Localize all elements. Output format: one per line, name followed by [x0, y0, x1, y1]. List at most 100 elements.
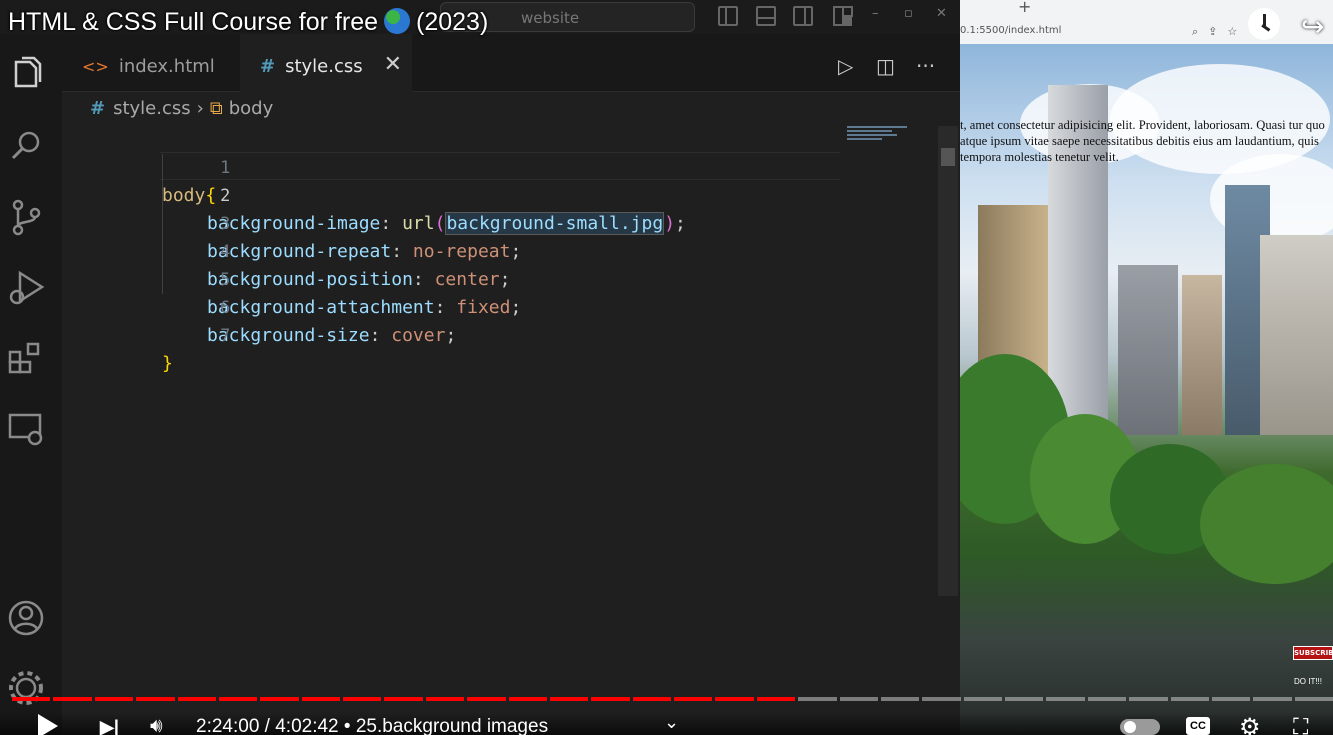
chapter-segment[interactable] [94, 697, 134, 701]
next-video-icon[interactable]: ▶| [100, 717, 119, 735]
css-property: background-position [207, 269, 413, 290]
activity-bar [0, 34, 62, 735]
breadcrumb-symbol[interactable]: body [229, 98, 274, 119]
chapter-segment[interactable] [384, 697, 423, 701]
source-control-icon[interactable] [6, 197, 46, 237]
chapter-segment[interactable] [177, 697, 216, 701]
chapter-segment[interactable] [343, 697, 382, 701]
new-tab-icon[interactable]: + [1018, 0, 1031, 16]
toggle-secondary-sidebar-icon[interactable] [793, 6, 813, 26]
chapter-segment[interactable] [136, 697, 175, 701]
chapter-segment[interactable] [1253, 697, 1292, 701]
watch-later-icon[interactable] [1248, 8, 1280, 40]
chapter-segment[interactable] [591, 697, 630, 701]
video-title[interactable]: HTML & CSS Full Course for free (2023) [8, 8, 488, 37]
code-line: 5 background-attachment: fixed; [62, 238, 521, 318]
manage-gear-icon[interactable] [6, 668, 46, 708]
chapter-segment[interactable] [715, 697, 754, 701]
subscribe-badge: SUBSCRIBE [1293, 646, 1333, 660]
minimize-button[interactable]: – [872, 6, 879, 21]
editor-tabs: <> index.html # style.css ✕ ▷ ◫ ··· [62, 34, 960, 92]
chapter-segment[interactable] [508, 697, 547, 701]
accounts-icon[interactable] [6, 598, 46, 638]
chapter-segment[interactable] [301, 697, 340, 701]
run-file-icon[interactable]: ▷ [838, 54, 853, 78]
css-function: url [402, 213, 435, 234]
css-property: background-image [207, 213, 381, 234]
toggle-primary-sidebar-icon[interactable] [718, 6, 738, 26]
chevron-right-icon: › [196, 98, 204, 119]
chapter-segment[interactable] [798, 697, 837, 701]
search-icon[interactable] [6, 126, 46, 166]
browser-action-icons[interactable]: ⌕⇪☆ [1192, 25, 1247, 39]
code-line: 7 } [62, 294, 230, 374]
settings-gear-icon[interactable]: ⚙ [1239, 713, 1261, 735]
chapter-segment[interactable] [260, 697, 299, 701]
chapter-segment[interactable] [674, 697, 713, 701]
customize-layout-icon[interactable] [833, 6, 853, 26]
more-actions-icon[interactable]: ··· [916, 54, 935, 78]
chapter-segment[interactable] [218, 697, 258, 701]
screen: website – ▫ ✕ <> index.html # style.css … [0, 0, 1333, 735]
breadcrumb-file[interactable]: style.css [113, 98, 191, 119]
chapter-segment[interactable] [1294, 697, 1333, 701]
chapter-segment[interactable] [1046, 697, 1085, 701]
code-line: 3 background-repeat: no-repeat; [62, 182, 521, 262]
volume-icon[interactable]: 🔊︎ [150, 715, 163, 735]
chapter-segment[interactable] [632, 697, 671, 701]
tab-label: style.css [285, 56, 363, 77]
explorer-icon[interactable] [6, 54, 46, 94]
tab-label: index.html [118, 56, 215, 77]
css-value: no-repeat [412, 241, 511, 262]
play-icon[interactable] [38, 714, 58, 735]
chapter-segment[interactable] [53, 697, 92, 701]
chapter-segment[interactable] [549, 697, 589, 701]
editor-scrollbar[interactable] [938, 126, 958, 596]
toggle-panel-icon[interactable] [756, 6, 776, 26]
chapter-segment[interactable] [922, 697, 961, 701]
tab-index-html[interactable]: <> index.html [62, 34, 238, 92]
progress-bar[interactable] [12, 697, 1333, 701]
line-number: 3 [220, 214, 231, 234]
split-editor-icon[interactable]: ◫ [876, 54, 895, 78]
chapter-segment[interactable] [1087, 697, 1127, 701]
vscode-window: website – ▫ ✕ <> index.html # style.css … [0, 0, 960, 735]
overlay-caption: DO IT!!! [1294, 677, 1322, 686]
address-bar[interactable]: 0.1:5500/index.html [960, 25, 1061, 36]
css-property: background-size [207, 325, 370, 346]
chapter-segment[interactable] [1129, 697, 1168, 701]
tab-style-css[interactable]: # style.css ✕ [240, 34, 412, 92]
chapter-segment[interactable] [12, 697, 51, 701]
minimap[interactable] [847, 126, 917, 146]
chapter-segment[interactable] [1005, 697, 1044, 701]
chapter-segment[interactable] [1170, 697, 1209, 701]
run-debug-icon[interactable] [6, 267, 46, 307]
autoplay-toggle[interactable] [1120, 719, 1160, 735]
css-value: fixed [456, 297, 511, 318]
code-line: 4 background-position: center; [62, 210, 510, 290]
browser-preview: + 0.1:5500/index.html ⌕⇪☆ t, amet consec… [960, 0, 1333, 735]
maximize-button[interactable]: ▫ [904, 6, 913, 21]
captions-icon[interactable]: CC [1186, 717, 1210, 735]
globe-emoji-icon [384, 8, 411, 34]
time-and-chapter[interactable]: 2:24:00 / 4:02:42 • 25.background images [196, 716, 548, 735]
video-title-text: HTML & CSS Full Course for free [8, 8, 379, 36]
chapter-segment[interactable] [963, 697, 1002, 701]
chapter-segment[interactable] [839, 697, 878, 701]
share-icon[interactable]: ↪ [1301, 10, 1324, 43]
close-window-button[interactable]: ✕ [936, 6, 947, 21]
fullscreen-icon[interactable]: ⛶ [1293, 714, 1308, 735]
chevron-down-icon[interactable]: ⌄ [664, 712, 679, 733]
chapter-segment[interactable] [1211, 697, 1251, 701]
chapter-segment[interactable] [880, 697, 920, 701]
chapter-segment[interactable] [425, 697, 465, 701]
page-paragraph: t, amet consectetur adipisicing elit. Pr… [960, 118, 1325, 164]
chapter-segment[interactable] [756, 697, 796, 701]
close-tab-icon[interactable]: ✕ [384, 52, 402, 77]
extensions-icon[interactable] [6, 338, 46, 378]
breadcrumb: # style.css › ⧉ body [90, 98, 273, 119]
code-line: 2 background-image: url(background-small… [62, 154, 686, 235]
remote-explorer-icon[interactable] [6, 409, 46, 449]
line-number: 6 [220, 298, 231, 318]
chapter-segment[interactable] [467, 697, 506, 701]
